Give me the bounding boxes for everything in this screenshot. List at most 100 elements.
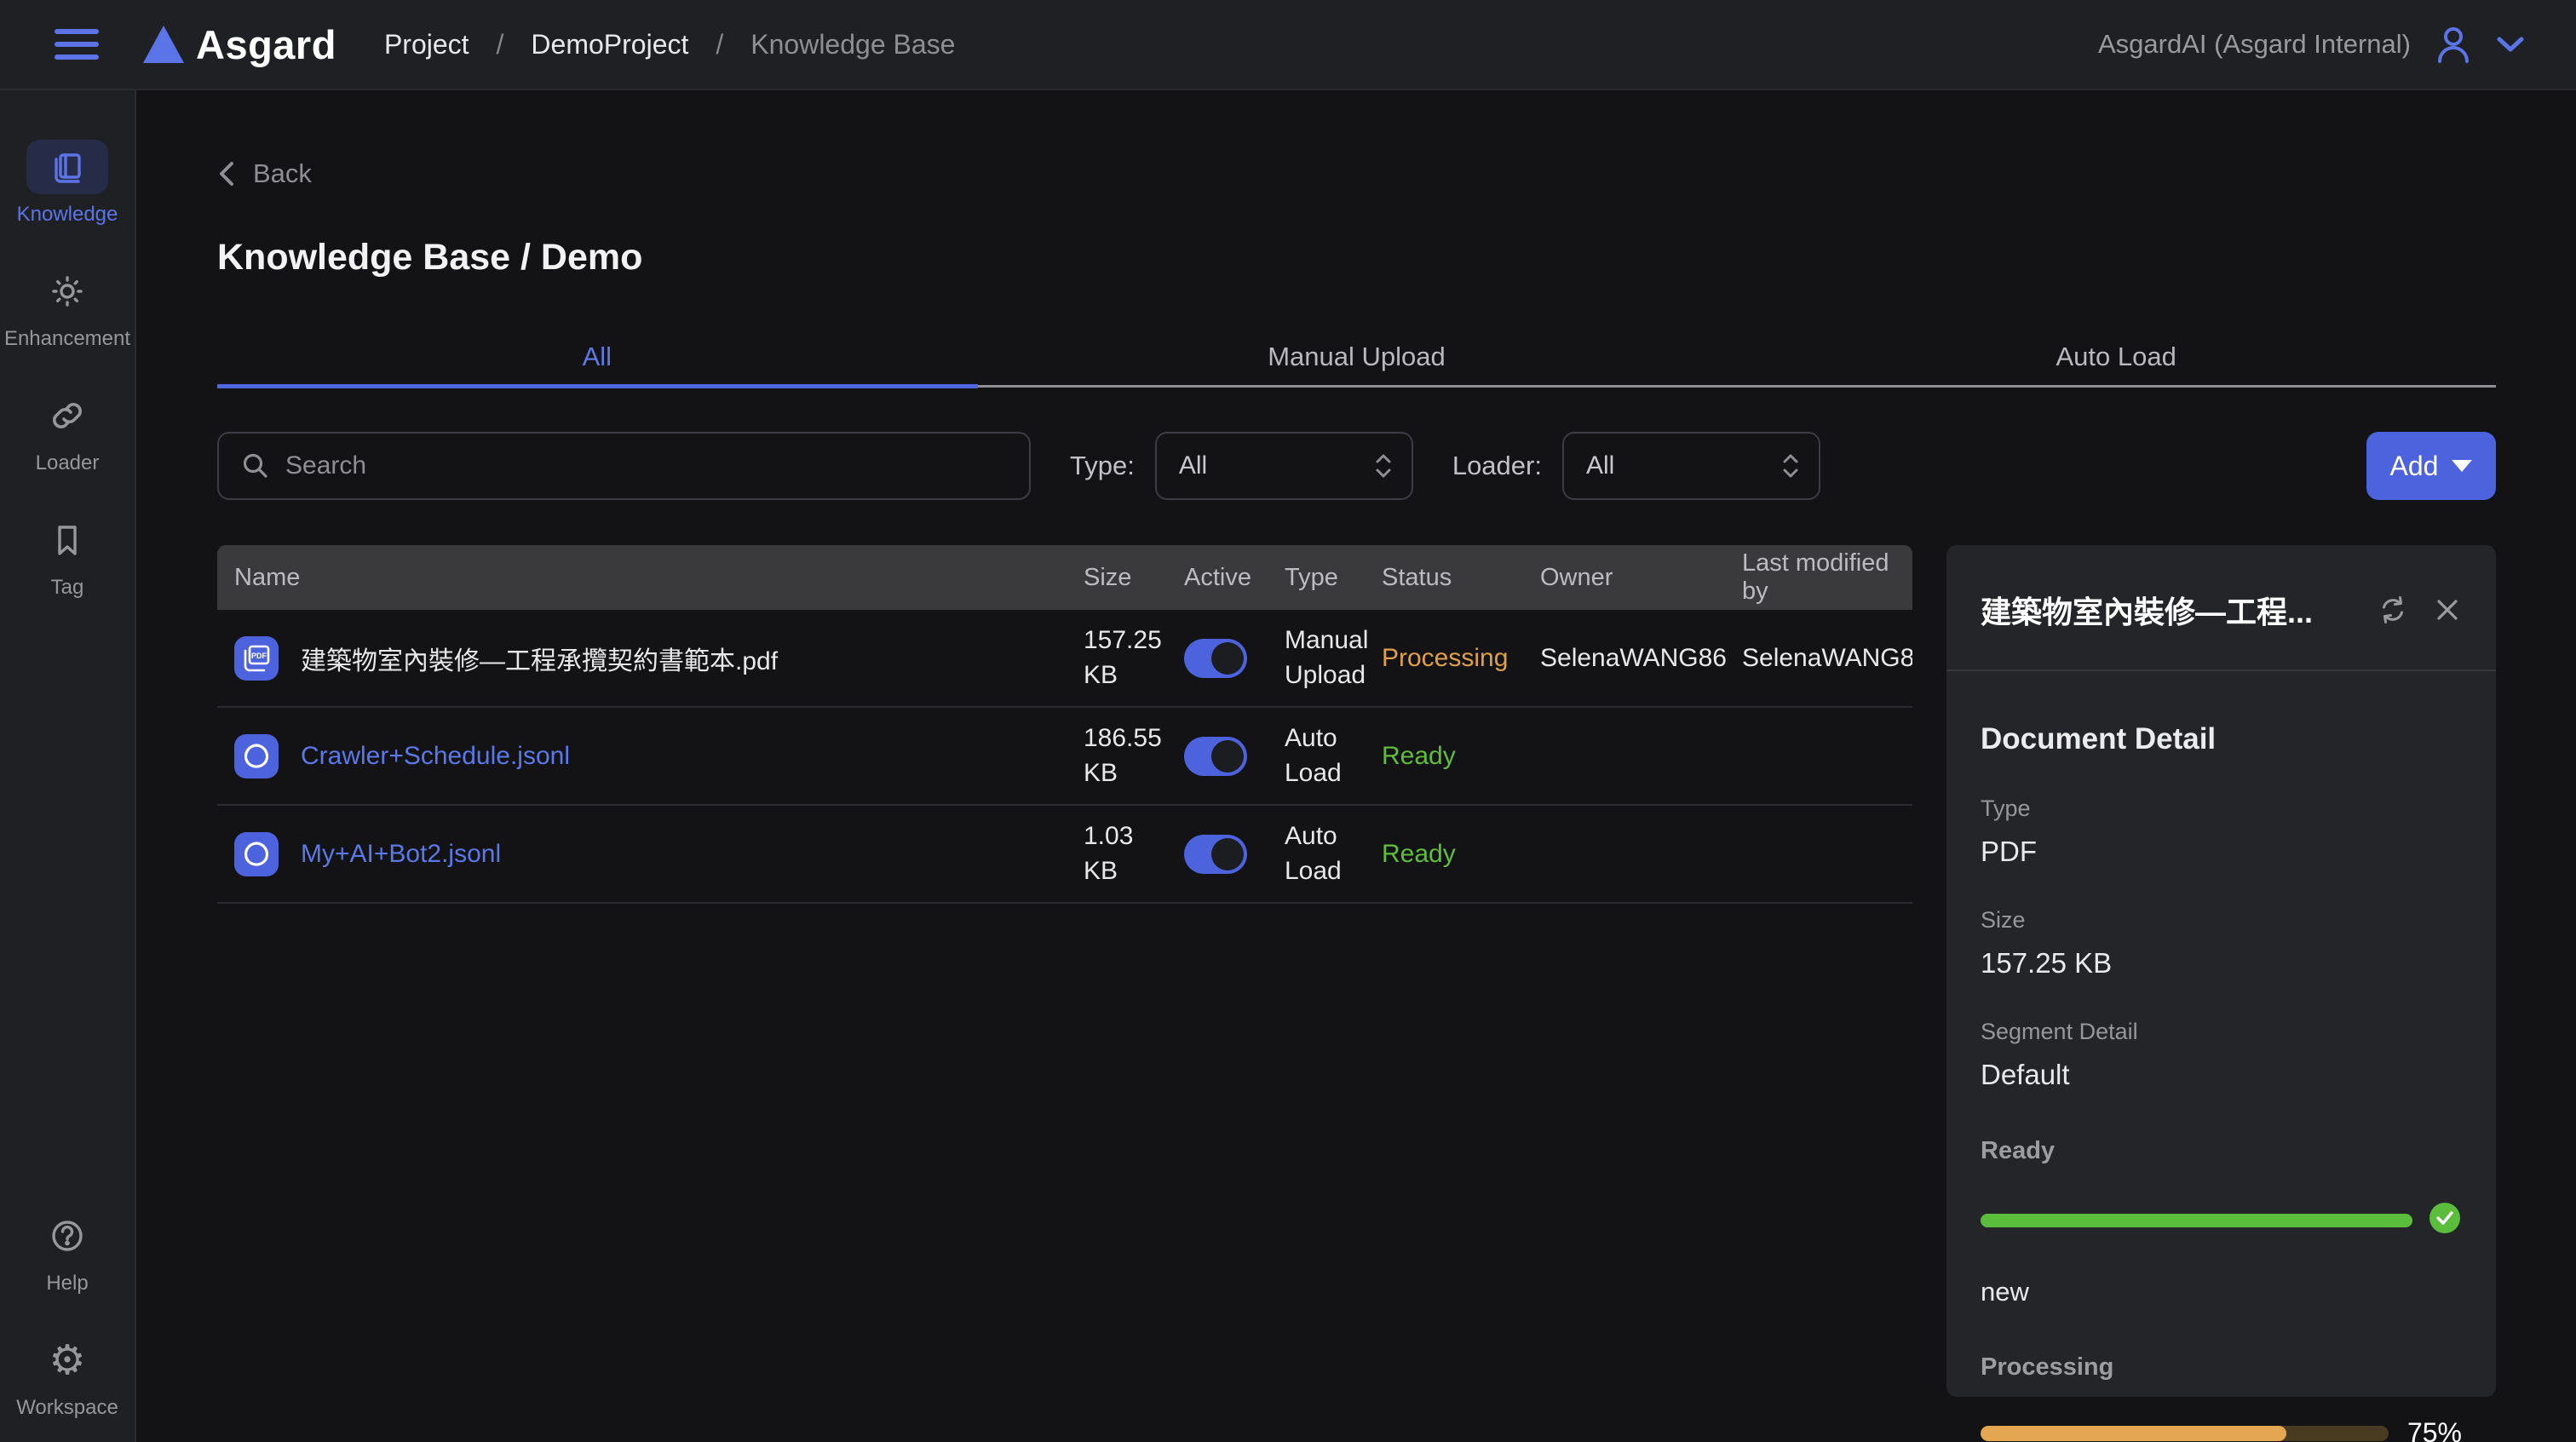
active-toggle[interactable]	[1184, 639, 1247, 678]
svg-text:PDF: PDF	[251, 652, 267, 660]
pdf-file-icon: PDF	[234, 636, 279, 681]
breadcrumb-separator: /	[497, 29, 504, 60]
tab-manual-upload[interactable]: Manual Upload	[977, 330, 1737, 385]
back-button[interactable]: Back	[217, 158, 312, 189]
add-button-label: Add	[2390, 451, 2439, 482]
divider	[1946, 669, 2496, 671]
field-value-size: 157.25 KB	[1981, 947, 2462, 980]
sidebar-item-label: Tag	[51, 576, 84, 600]
type-filter-select[interactable]: All	[1155, 432, 1413, 500]
processing-stage-label: Processing	[1981, 1353, 2462, 1382]
field-value-segment-detail: Default	[1981, 1059, 2462, 1091]
sidebar-item-workspace[interactable]: ⚙ Workspace	[0, 1333, 135, 1420]
file-size: 1.03 KB	[1084, 819, 1184, 888]
breadcrumb: Project / DemoProject / Knowledge Base	[384, 29, 956, 60]
tab-bar: All Manual Upload Auto Load	[217, 330, 2496, 388]
documents-table: Name Size Active Type Status Owner Last …	[217, 545, 1912, 904]
column-header-name: Name	[217, 564, 1084, 592]
breadcrumb-current: Knowledge Base	[750, 29, 955, 60]
file-name[interactable]: My+AI+Bot2.jsonl	[301, 840, 501, 869]
column-header-active: Active	[1184, 564, 1285, 592]
loader-filter-select[interactable]: All	[1562, 432, 1820, 500]
sidebar-item-label: Loader	[36, 451, 100, 475]
document-detail-panel: 建築物室內裝修—工程...	[1946, 545, 2496, 1397]
link-icon	[26, 388, 108, 443]
breadcrumb-demo-project[interactable]: DemoProject	[531, 29, 688, 60]
ready-stage-label: Ready	[1981, 1137, 2462, 1165]
breadcrumb-project[interactable]: Project	[384, 29, 469, 60]
file-name[interactable]: 建築物室內裝修—工程承攬契約書範本.pdf	[301, 640, 778, 677]
column-header-last-modified-by: Last modified by	[1742, 549, 1912, 606]
active-tab-indicator	[217, 384, 978, 388]
field-label-segment-detail: Segment Detail	[1981, 1019, 2462, 1045]
sidebar-item-knowledge[interactable]: Knowledge	[0, 140, 135, 227]
status-badge: Ready	[1382, 742, 1540, 771]
jsonl-file-icon	[234, 832, 279, 876]
tab-all[interactable]: All	[217, 330, 977, 385]
search-input[interactable]	[285, 451, 1007, 480]
sun-icon	[26, 264, 108, 319]
file-size: 186.55 KB	[1084, 721, 1184, 790]
user-icon[interactable]	[2433, 24, 2474, 65]
tab-auto-load[interactable]: Auto Load	[1736, 330, 2496, 385]
sidebar-item-tag[interactable]: Tag	[0, 513, 135, 600]
sidebar: Knowledge Enhancement Lo	[0, 90, 136, 1442]
file-type: Manual Upload	[1285, 623, 1382, 692]
asgard-logo-icon	[143, 26, 184, 63]
table-header-row: Name Size Active Type Status Owner Last …	[217, 545, 1912, 610]
processing-progress-fill	[1981, 1426, 2286, 1441]
field-value-type: PDF	[1981, 836, 2462, 868]
refresh-icon[interactable]	[2377, 594, 2409, 626]
account-name: AsgardAI (Asgard Internal)	[2098, 29, 2411, 60]
column-header-type: Type	[1285, 564, 1382, 592]
column-header-size: Size	[1084, 564, 1184, 592]
detail-panel-title: 建築物室內裝修—工程...	[1981, 588, 2360, 632]
app-root: Asgard Project / DemoProject / Knowledge…	[0, 0, 2576, 1442]
sidebar-item-label: Help	[46, 1272, 88, 1296]
active-toggle[interactable]	[1184, 737, 1247, 776]
gear-icon: ⚙	[26, 1333, 108, 1387]
loader-filter-label: Loader:	[1452, 451, 1542, 481]
search-box[interactable]	[217, 432, 1031, 500]
main-content: Back Knowledge Base / Demo All Manual Up…	[136, 90, 2576, 1442]
file-name[interactable]: Crawler+Schedule.jsonl	[301, 742, 570, 771]
table-row: PDF 建築物室內裝修—工程承攬契約書範本.pdf 157.25 KB Manu…	[217, 610, 1912, 708]
column-header-status: Status	[1382, 564, 1540, 592]
processing-progress-bar	[1981, 1426, 2389, 1441]
back-label: Back	[253, 158, 312, 189]
file-type: Auto Load	[1285, 819, 1382, 888]
book-icon	[26, 140, 108, 194]
caret-down-icon	[2452, 460, 2472, 472]
search-icon	[241, 451, 270, 480]
sidebar-item-enhancement[interactable]: Enhancement	[0, 264, 135, 351]
segment-name: new	[1981, 1277, 2462, 1307]
table-row: My+AI+Bot2.jsonl 1.03 KB Auto Load Ready	[217, 806, 1912, 904]
file-type: Auto Load	[1285, 721, 1382, 790]
check-circle-icon	[2428, 1201, 2462, 1239]
page-title: Knowledge Base / Demo	[217, 237, 2496, 279]
bookmark-icon	[26, 513, 108, 567]
help-icon	[26, 1209, 108, 1263]
sidebar-item-help[interactable]: Help	[0, 1209, 135, 1296]
top-header: Asgard Project / DemoProject / Knowledge…	[0, 0, 2576, 90]
sidebar-item-label: Enhancement	[4, 327, 130, 351]
file-size: 157.25 KB	[1084, 623, 1184, 692]
active-toggle[interactable]	[1184, 835, 1247, 874]
sidebar-item-loader[interactable]: Loader	[0, 388, 135, 475]
add-button[interactable]: Add	[2366, 432, 2496, 500]
field-label-size: Size	[1981, 907, 2462, 934]
column-header-owner: Owner	[1540, 564, 1742, 592]
jsonl-file-icon	[234, 734, 279, 778]
sidebar-item-label: Knowledge	[17, 203, 118, 227]
app-name: Asgard	[196, 21, 336, 68]
last-modified-by: SelenaWANG86	[1742, 644, 1912, 673]
filter-row: Type: All Loader: All Add	[217, 432, 2496, 500]
type-filter-label: Type:	[1070, 451, 1135, 481]
loader-filter-value: All	[1586, 451, 1614, 480]
table-row: Crawler+Schedule.jsonl 186.55 KB Auto Lo…	[217, 708, 1912, 806]
status-badge: Ready	[1382, 840, 1540, 869]
menu-icon[interactable]	[55, 29, 99, 60]
select-chevrons-icon	[1374, 451, 1393, 480]
close-icon[interactable]	[2433, 595, 2462, 624]
chevron-down-icon[interactable]	[2496, 35, 2525, 54]
